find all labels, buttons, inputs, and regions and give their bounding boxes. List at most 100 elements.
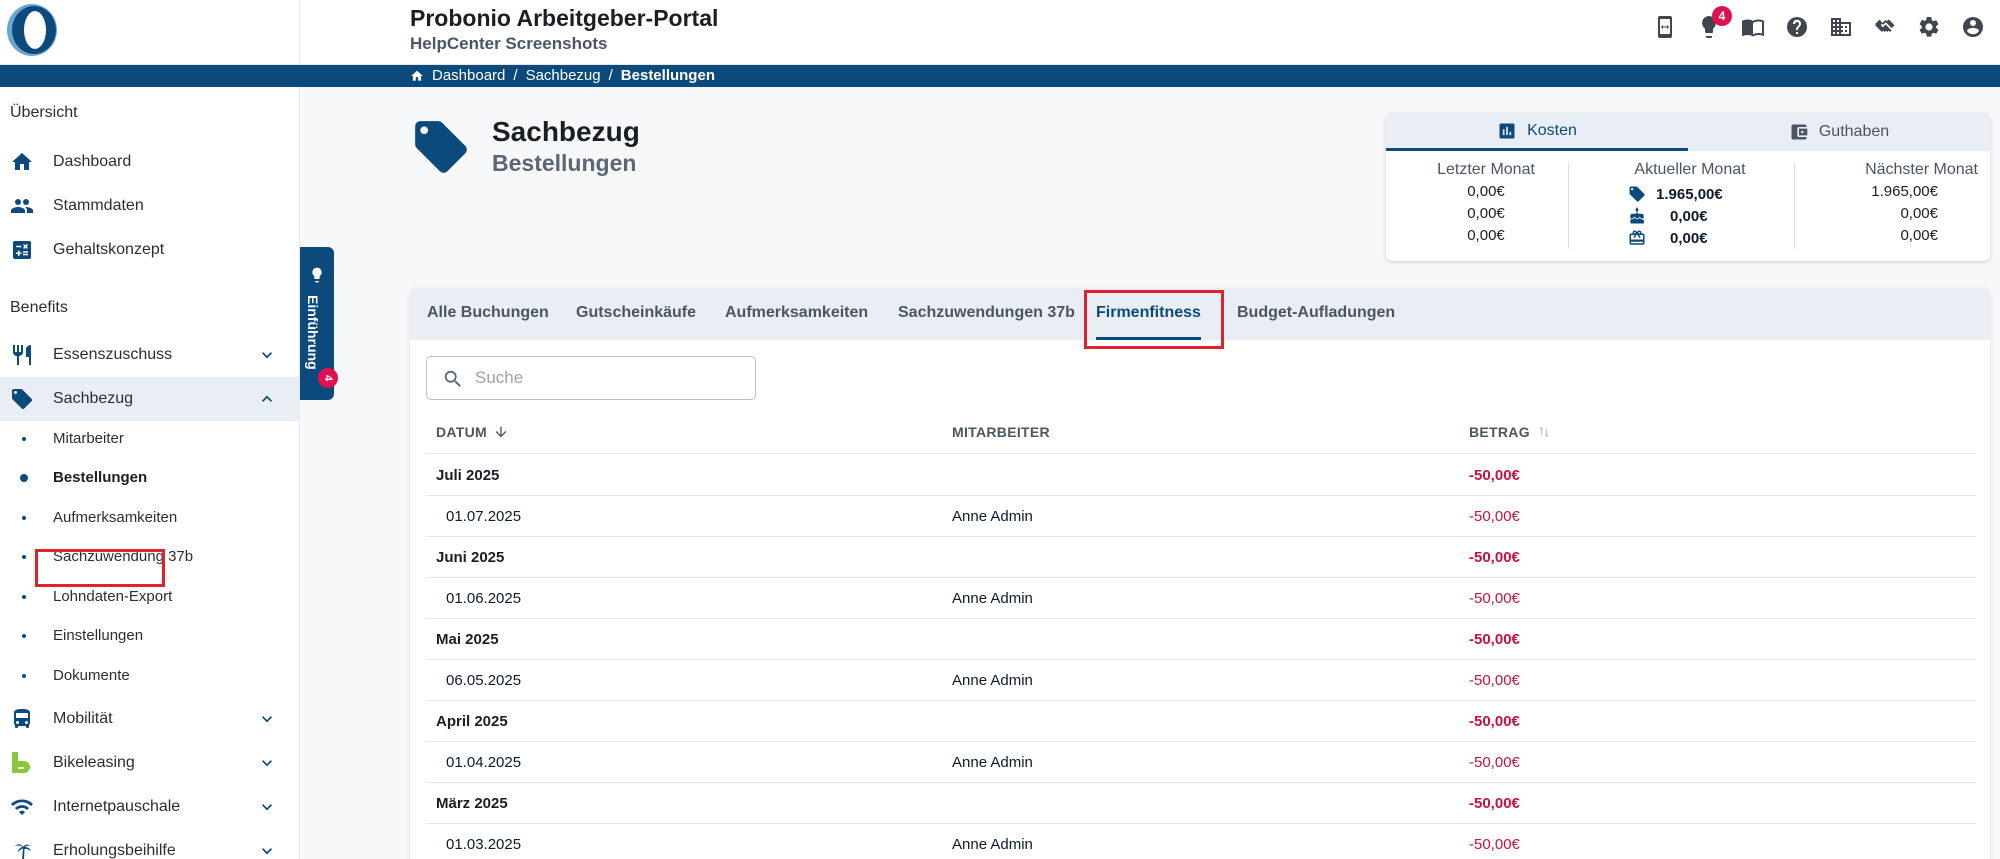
lightbulb-icon[interactable]: 4: [1694, 6, 1732, 42]
cost-column-next-month: Nächster Monat 1.965,00€ 0,00€ 0,00€: [1776, 161, 1978, 249]
column-header-mitarbeiter[interactable]: MITARBEITER: [952, 424, 1050, 440]
tab-alle-buchungen[interactable]: Alle Buchungen: [427, 288, 549, 340]
people-icon: [10, 194, 34, 218]
sidebar-item-mobilitaet[interactable]: Mobilität: [0, 697, 299, 741]
cell-betrag: -50,00€: [1469, 795, 1520, 812]
cell-datum: März 2025: [436, 795, 508, 812]
orders-card: Alle Buchungen Gutscheinkäufe Aufmerksam…: [410, 288, 1990, 859]
app-header: Probonio Arbeitgeber-Portal HelpCenter S…: [0, 0, 2000, 65]
probonio-logo[interactable]: [4, 2, 60, 58]
wifi-icon: [10, 795, 34, 819]
search-field[interactable]: [426, 356, 756, 400]
cell-betrag: -50,00€: [1469, 590, 1520, 607]
sidebar-item-internetpauschale[interactable]: Internetpauschale: [0, 785, 299, 829]
cell-datum: 06.05.2025: [446, 672, 522, 689]
search-input[interactable]: [475, 365, 745, 391]
sidebar-subitem-mitarbeiter[interactable]: Mitarbeiter: [0, 424, 299, 454]
sidebar-subitem-bestellungen[interactable]: Bestellungen: [0, 463, 299, 493]
home-icon[interactable]: [410, 69, 424, 83]
sidebar-item-bikeleasing[interactable]: Bikeleasing: [0, 741, 299, 785]
sidebar-item-sachbezug[interactable]: Sachbezug: [0, 377, 299, 421]
cost-column-header: Aktueller Monat: [1634, 161, 1746, 178]
sidebar-subitem-label: Aufmerksamkeiten: [53, 509, 178, 526]
table-row[interactable]: 01.04.2025 Anne Admin -50,00€: [426, 742, 1976, 783]
tab-gutscheinkaeufe[interactable]: Gutscheinkäufe: [576, 288, 696, 340]
breadcrumb-current: Bestellungen: [620, 67, 715, 84]
cost-value: 1.965,00€: [1871, 183, 1938, 200]
building-icon[interactable]: [1826, 12, 1856, 42]
cost-value: 0,00€: [1467, 183, 1505, 200]
cell-mitarbeiter: Anne Admin: [952, 836, 1033, 853]
book-icon[interactable]: [1738, 12, 1768, 42]
sidebar-section-benefits: Benefits: [10, 299, 68, 316]
sidebar-item-stammdaten[interactable]: Stammdaten: [0, 184, 299, 228]
sidebar-item-label: Dashboard: [53, 153, 132, 170]
cell-mitarbeiter: Anne Admin: [952, 754, 1033, 771]
mobile-icon[interactable]: [1650, 12, 1680, 42]
sidebar-item-label: Essenszuschuss: [53, 346, 173, 363]
sidebar-subitem-einstellungen[interactable]: Einstellungen: [0, 621, 299, 651]
chevron-down-icon[interactable]: [257, 709, 277, 729]
sidebar-item-gehaltskonzept[interactable]: Gehaltskonzept: [0, 228, 299, 272]
chevron-down-icon[interactable]: [257, 797, 277, 817]
table-row[interactable]: 01.07.2025 Anne Admin -50,00€: [426, 496, 1976, 537]
chevron-down-icon[interactable]: [257, 753, 277, 773]
cell-betrag: -50,00€: [1469, 508, 1520, 525]
sidebar-subitem-dokumente[interactable]: Dokumente: [0, 661, 299, 691]
table-row[interactable]: 01.03.2025 Anne Admin -50,00€: [426, 824, 1976, 859]
table-row[interactable]: 01.06.2025 Anne Admin -50,00€: [426, 578, 1976, 619]
column-header-datum[interactable]: DATUM: [436, 424, 509, 440]
search-icon: [444, 370, 461, 387]
breadcrumb-bar: Dashboard / Sachbezug / Bestellungen: [0, 65, 2000, 87]
app-subtitle: HelpCenter Screenshots: [410, 34, 608, 53]
cell-datum: 01.03.2025: [446, 836, 522, 853]
settings-icon[interactable]: [1914, 12, 1944, 42]
tab-budget-aufladungen[interactable]: Budget-Aufladungen: [1237, 288, 1395, 340]
sidebar-subitem-label: Einstellungen: [53, 627, 144, 644]
cell-datum: Juli 2025: [436, 467, 500, 484]
sidebar-item-dashboard[interactable]: Dashboard: [0, 140, 299, 184]
chevron-down-icon[interactable]: [257, 841, 277, 859]
einfuehrung-label: Einführung: [305, 295, 321, 370]
cell-betrag: -50,00€: [1469, 467, 1520, 484]
divider: [1568, 163, 1569, 249]
cell-betrag: -50,00€: [1469, 672, 1520, 689]
tab-guthaben[interactable]: Guthaben: [1688, 113, 1990, 151]
tab-aufmerksamkeiten[interactable]: Aufmerksamkeiten: [725, 288, 868, 340]
breadcrumb-separator: /: [513, 67, 518, 84]
breadcrumb-dashboard[interactable]: Dashboard: [432, 67, 505, 84]
table-group-row: Juli 2025 -50,00€: [426, 455, 1976, 496]
bullet-dot: [22, 634, 26, 638]
bullet-dot: [20, 474, 28, 482]
sidebar-subitem-label: Bestellungen: [53, 469, 148, 486]
tab-kosten[interactable]: Kosten: [1386, 113, 1688, 151]
handshake-icon[interactable]: [1870, 12, 1900, 42]
chevron-up-icon[interactable]: [257, 389, 277, 409]
account-icon[interactable]: [1958, 12, 1988, 42]
logo-area: [0, 0, 300, 65]
tab-sachzuwendungen-37b[interactable]: Sachzuwendungen 37b: [898, 288, 1075, 340]
page-title: Sachbezug: [492, 116, 640, 147]
sidebar-item-label: Mobilität: [53, 710, 113, 727]
calculator-icon: [10, 238, 34, 262]
sidebar: Übersicht Dashboard Stammdaten Gehaltsko…: [0, 87, 300, 859]
home-icon: [10, 150, 34, 174]
chevron-down-icon[interactable]: [257, 345, 277, 365]
table-row[interactable]: 06.05.2025 Anne Admin -50,00€: [426, 660, 1976, 701]
sidebar-subitem-aufmerksamkeiten[interactable]: Aufmerksamkeiten: [0, 503, 299, 533]
sidebar-item-erholungsbeihilfe[interactable]: Erholungsbeihilfe: [0, 829, 299, 859]
column-header-label: MITARBEITER: [952, 424, 1050, 440]
help-icon[interactable]: [1782, 12, 1812, 42]
cost-column-header: Nächster Monat: [1865, 161, 1978, 178]
app-title: Probonio Arbeitgeber-Portal: [410, 5, 719, 31]
breadcrumb-sachbezug[interactable]: Sachbezug: [526, 67, 601, 84]
cake-icon: [1630, 207, 1644, 224]
tag-icon: [1629, 186, 1645, 202]
wallet-icon: [1791, 124, 1808, 140]
sidebar-item-essenszuschuss[interactable]: Essenszuschuss: [0, 333, 299, 377]
column-header-betrag[interactable]: BETRAG: [1469, 424, 1552, 440]
cost-value: 0,00€: [1900, 205, 1938, 222]
sidebar-subitem-label: Mitarbeiter: [53, 430, 124, 447]
cost-column-last-month: Letzter Monat 0,00€ 0,00€ 0,00€: [1386, 161, 1586, 249]
cost-card-tabs: Kosten Guthaben: [1386, 113, 1990, 151]
